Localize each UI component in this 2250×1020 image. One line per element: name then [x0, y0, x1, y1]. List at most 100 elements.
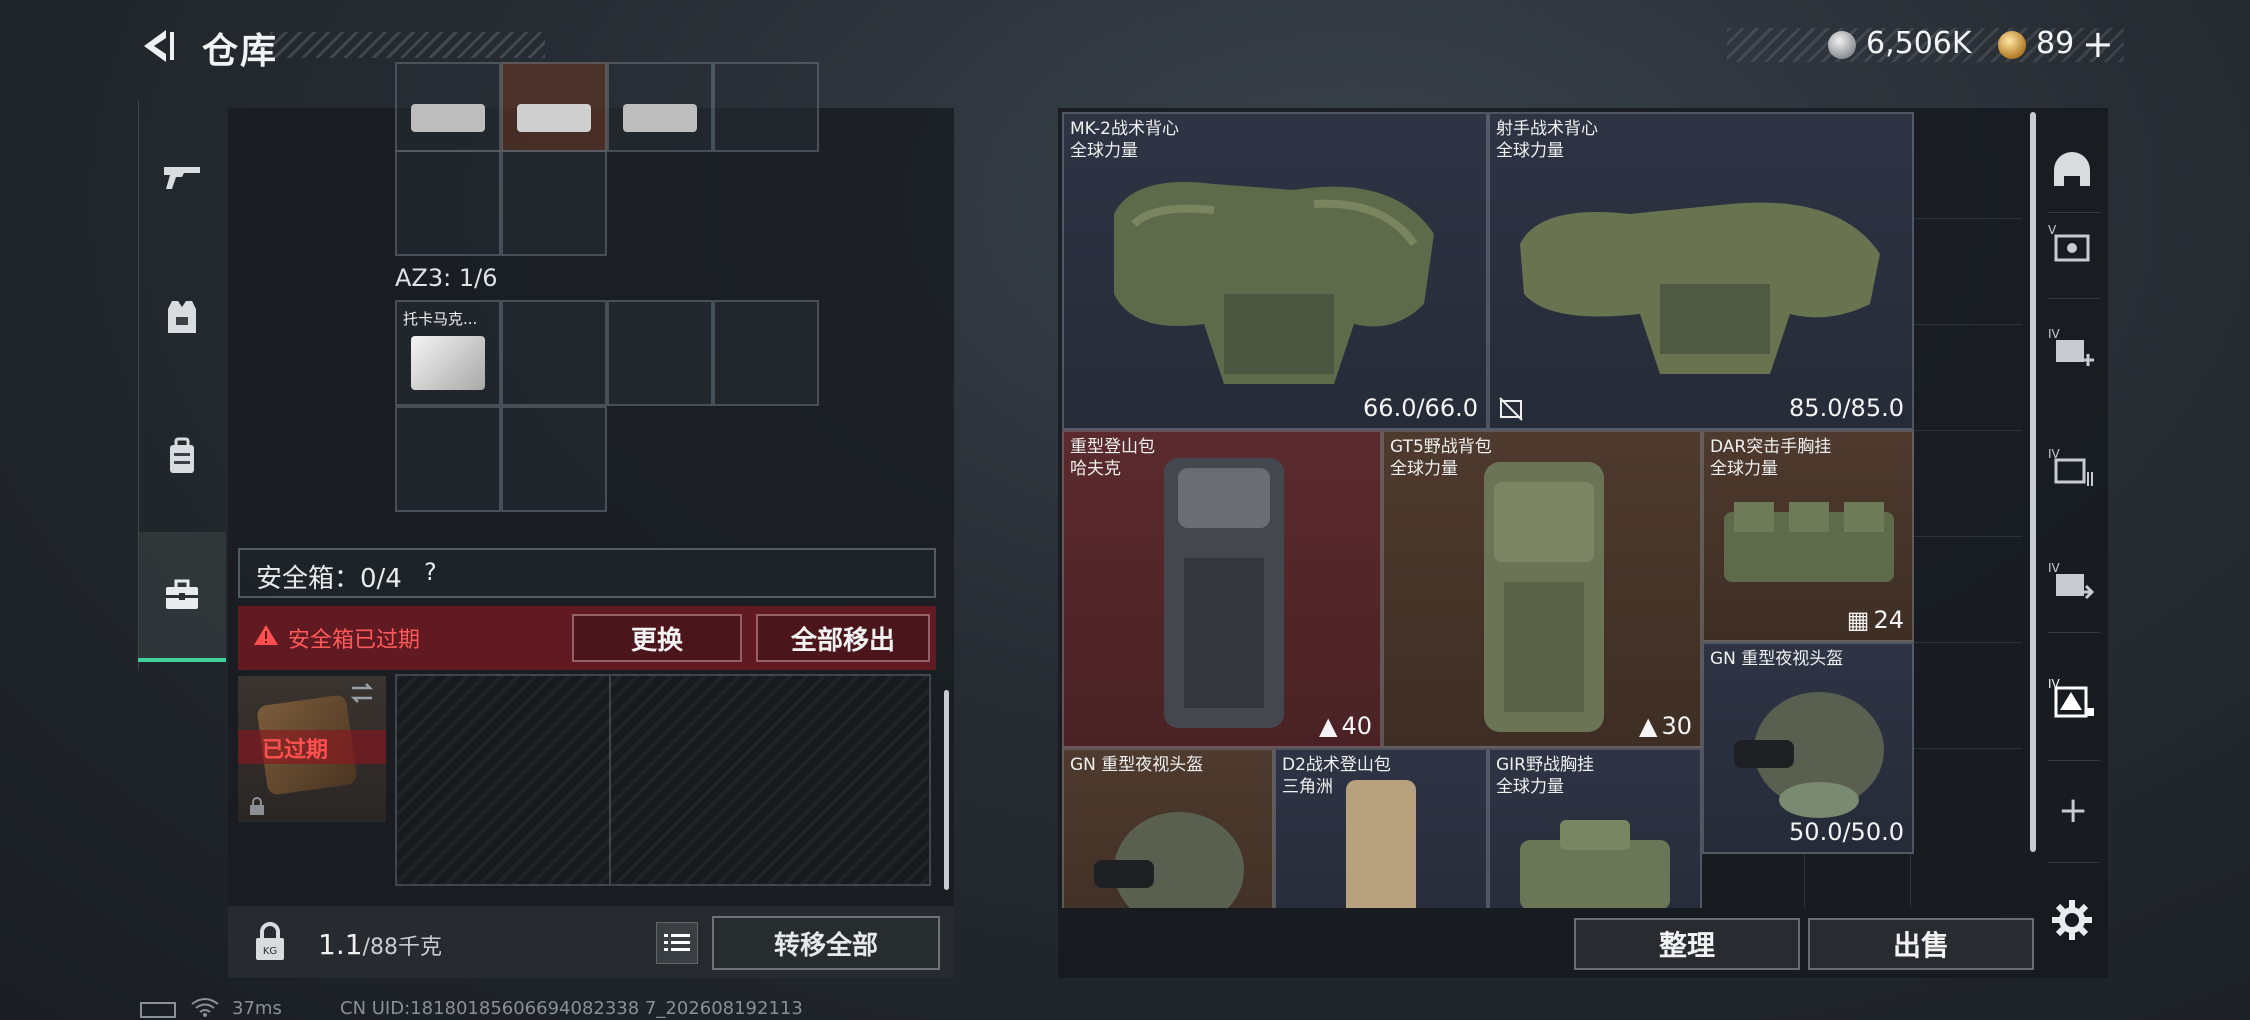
inventory-item[interactable]: GN 重型夜视头盔 50.0/50.0 [1702, 642, 1914, 854]
item-thumbnail [623, 104, 697, 132]
rail-item-weapons[interactable] [138, 112, 226, 242]
grid-slot[interactable] [713, 300, 819, 406]
remove-all-button[interactable]: 全部移出 [756, 614, 930, 662]
grid-slot[interactable] [607, 300, 713, 406]
lock-icon [250, 797, 264, 815]
helmet-icon [2054, 152, 2090, 186]
capacity-icon: ▲ [1318, 712, 1338, 740]
inventory-item[interactable]: 射手战术背心 全球力量 85.0/85.0 [1488, 112, 1914, 430]
container-swap-icon: IV [2048, 561, 2095, 600]
grid-slot[interactable] [501, 300, 607, 406]
grid-slot[interactable] [395, 406, 501, 512]
expired-notice-text: 安全箱已过期 [288, 628, 421, 653]
backpack-icon [170, 437, 194, 473]
container-filter-icon: IV [2048, 677, 2094, 718]
svg-text:IV: IV [2048, 561, 2061, 575]
inventory-item[interactable]: GN 重型夜视头盔 [1062, 748, 1274, 908]
battery-icon [140, 1002, 176, 1018]
item-name: GN 重型夜视头盔 [1710, 649, 1844, 669]
item-name: GIR野战胸挂 全球力量 [1496, 755, 1594, 797]
item-durability: 50.0/50.0 [1789, 818, 1904, 846]
gear-icon[interactable] [2050, 898, 2094, 942]
rail-item-armor[interactable] [138, 252, 226, 382]
sort-button[interactable]: 整理 [1574, 918, 1800, 970]
safe-box-slots[interactable] [395, 674, 931, 886]
item-capacity: ▲ 40 [1318, 712, 1372, 740]
item-name: 射手战术背心 全球力量 [1496, 119, 1598, 161]
grid-slot[interactable]: 托卡马克... [395, 300, 501, 406]
capacity-icon: ▲ [1638, 712, 1658, 740]
helmet-image [1094, 812, 1244, 908]
rail-separator [2048, 632, 2100, 633]
pistol-icon [164, 167, 200, 189]
item-name: 重型登山包 哈夫克 [1070, 437, 1155, 479]
rail-item-backpack[interactable] [138, 392, 226, 522]
backpack-image [1164, 458, 1284, 728]
weight-lock-icon: KG [256, 922, 284, 960]
grid-slot[interactable] [713, 62, 819, 152]
helmet-image [1734, 692, 1884, 818]
rail-tab-armor[interactable] [2040, 132, 2104, 212]
rail-tab-iv-add[interactable]: IV [2040, 308, 2104, 388]
swap-icon[interactable] [348, 680, 376, 706]
toolbox-icon [166, 579, 198, 609]
container-v-icon: V [2048, 223, 2090, 262]
rail-separator [2048, 862, 2100, 863]
sell-button[interactable]: 出售 [1808, 918, 2034, 970]
svg-text:KG: KG [263, 946, 277, 957]
inventory-item[interactable]: GIR野战胸挂 全球力量 [1488, 748, 1702, 908]
inventory-scrollbar[interactable] [2030, 112, 2036, 852]
gold-coin-icon [1998, 31, 2026, 59]
back-arrow-icon[interactable] [136, 24, 180, 68]
rail-separator [2048, 298, 2100, 299]
grid-slot[interactable] [501, 62, 607, 152]
rail-item-safebox[interactable] [138, 532, 226, 662]
add-currency-button[interactable]: + [2082, 22, 2114, 66]
transfer-all-button[interactable]: 转移全部 [712, 916, 940, 970]
rail-tab-iv-swap[interactable]: IV [2040, 542, 2104, 622]
item-capacity: ▲ 30 [1638, 712, 1692, 740]
grid-slot[interactable] [395, 62, 501, 152]
weight-display: 1.1/88千克 [318, 928, 442, 961]
not-repairable-icon [1499, 397, 1523, 421]
wifi-icon [191, 998, 219, 1017]
grid-slot[interactable] [607, 62, 713, 152]
inventory-item[interactable]: MK-2战术背心 全球力量 66.0/66.0 [1062, 112, 1488, 430]
weight-value: 1.1 [318, 928, 363, 961]
container-label: AZ3: 1/6 [395, 264, 498, 292]
page-title: 仓库 [202, 31, 279, 72]
item-durability: 66.0/66.0 [1363, 394, 1478, 422]
safe-box-capacity: 安全箱：0/4 [256, 564, 402, 594]
armor-vest-icon [168, 301, 196, 333]
item-capacity: ▦ 24 [1846, 606, 1904, 634]
item-thumbnail [411, 336, 485, 390]
silver-coin-icon [1828, 31, 1856, 59]
container-list-icon: IV [2048, 447, 2093, 486]
grid-slot[interactable] [501, 406, 607, 512]
inventory-item[interactable]: 重型登山包 哈夫克 ▲ 40 [1062, 430, 1382, 748]
grid-slot[interactable] [501, 150, 607, 256]
capacity-icon: ▦ [1846, 606, 1870, 634]
silver-balance: 6,506K [1866, 26, 1972, 61]
inventory-item[interactable]: D2战术登山包 三角洲 [1274, 748, 1488, 908]
gold-balance: 89 [2036, 26, 2075, 61]
storage-scrollbar[interactable] [944, 690, 949, 890]
rail-tab-iv-filter[interactable]: IV [2040, 658, 2104, 738]
inventory-item[interactable]: DAR突击手胸挂 全球力量 ▦ 24 [1702, 430, 1914, 642]
inventory-item[interactable]: GT5野战背包 全球力量 ▲ 30 [1382, 430, 1702, 748]
slot-divider [609, 676, 611, 884]
add-tab-button[interactable]: + [2058, 790, 2088, 831]
grid-slot[interactable] [395, 150, 501, 256]
rail-tab-iv-list[interactable]: IV [2040, 428, 2104, 508]
ping-display: 37ms [232, 998, 282, 1019]
item-thumbnail [517, 104, 591, 132]
tactical-vest-image [1114, 182, 1434, 384]
item-name: DAR突击手胸挂 全球力量 [1710, 437, 1832, 479]
list-view-button[interactable] [656, 922, 698, 964]
tactical-vest-image [1520, 202, 1880, 374]
chest-rig-image [1724, 502, 1894, 582]
help-icon[interactable]: ? [424, 558, 437, 586]
svg-text:IV: IV [2048, 327, 2061, 341]
replace-button[interactable]: 更换 [572, 614, 742, 662]
rail-tab-v[interactable]: V [2040, 204, 2104, 284]
